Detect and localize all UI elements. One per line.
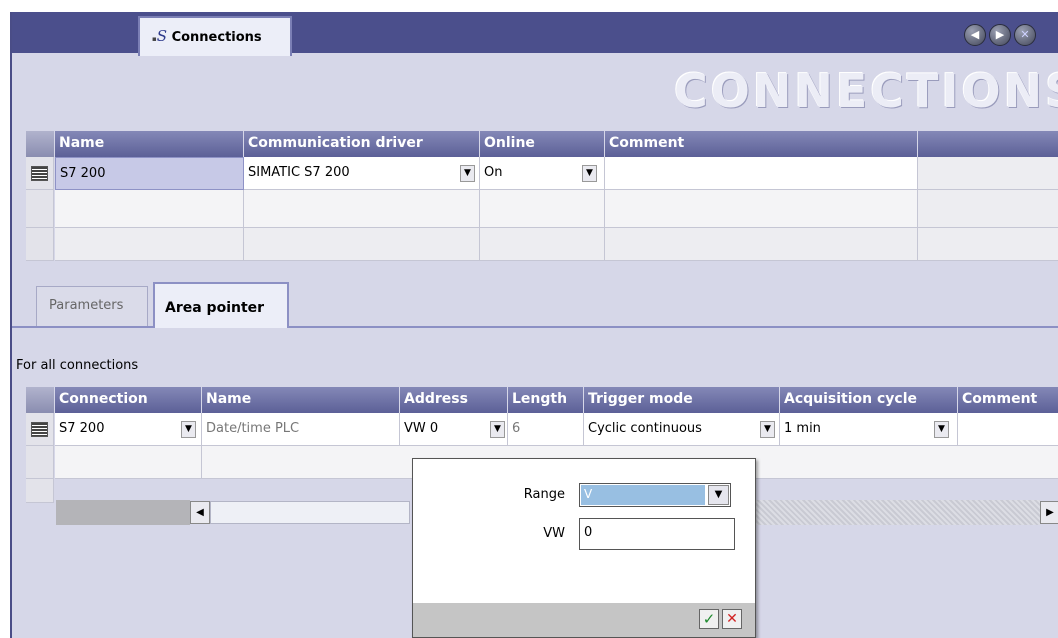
connections-table: Name Communication driver Online Comment…: [26, 131, 1058, 271]
popup-footer: ✓ ✕: [413, 603, 755, 637]
chevron-down-icon[interactable]: ▼: [708, 485, 729, 505]
vw-input[interactable]: 0: [579, 518, 735, 550]
chevron-down-icon[interactable]: ▼: [460, 165, 475, 182]
scroll-left-icon[interactable]: ◀: [190, 501, 210, 524]
connection-value: S7 200: [59, 421, 105, 436]
empty-cell[interactable]: [55, 190, 244, 228]
acquisition-cycle-value: 1 min: [784, 421, 821, 436]
pointer-name-cell[interactable]: Date/time PLC: [202, 413, 400, 446]
empty-cell[interactable]: [605, 190, 918, 228]
column-header-online[interactable]: Online: [480, 131, 605, 157]
chevron-down-icon[interactable]: ▼: [934, 421, 949, 438]
column-header-name[interactable]: Name: [55, 131, 244, 157]
chevron-down-icon[interactable]: ▼: [582, 165, 597, 182]
page-title: CONNECTIONS: [674, 64, 1058, 118]
chevron-down-icon[interactable]: ▼: [490, 421, 505, 438]
tab-parameters[interactable]: Parameters: [36, 286, 148, 326]
trigger-mode-cell[interactable]: Cyclic continuous ▼: [584, 413, 780, 446]
confirm-icon[interactable]: ✓: [699, 609, 719, 629]
title-bar: ▪S Connections ◀ ▶ ✕: [12, 12, 1058, 56]
empty-cell[interactable]: [605, 228, 918, 261]
trigger-mode-value: Cyclic continuous: [588, 421, 702, 436]
communication-driver-cell[interactable]: SIMATIC S7 200 ▼: [244, 157, 480, 190]
row-selected-icon: [31, 422, 48, 437]
frozen-column-area: [56, 500, 190, 525]
connections-editor: ▪S Connections ◀ ▶ ✕ CONNECTIONS Name Co…: [10, 12, 1058, 638]
row-header[interactable]: [26, 157, 54, 190]
header-corner: [26, 387, 55, 413]
column-header-length[interactable]: Length: [508, 387, 584, 413]
communication-driver-value: SIMATIC S7 200: [248, 165, 350, 180]
address-popup: Range V ▼ VW 0 ✓ ✕: [412, 458, 756, 638]
chevron-down-icon[interactable]: ▼: [760, 421, 775, 438]
column-header-communication-driver[interactable]: Communication driver: [244, 131, 480, 157]
connection-cell[interactable]: S7 200 ▼: [55, 413, 202, 446]
extra-cell: [918, 157, 1058, 190]
empty-cell[interactable]: [244, 228, 480, 261]
tab-title: Connections: [171, 30, 262, 45]
scroll-track[interactable]: [756, 500, 1040, 525]
comment-cell[interactable]: [605, 157, 918, 190]
column-header-acquisition-cycle[interactable]: Acquisition cycle: [780, 387, 958, 413]
row-header[interactable]: [26, 479, 54, 503]
connections-document-tab[interactable]: ▪S Connections: [138, 16, 292, 56]
chevron-down-icon[interactable]: ▼: [181, 421, 196, 438]
online-cell[interactable]: On ▼: [480, 157, 605, 190]
section-label: For all connections: [16, 358, 139, 373]
range-dropdown[interactable]: V ▼: [579, 483, 731, 507]
previous-icon[interactable]: ◀: [964, 24, 986, 46]
empty-cell[interactable]: [244, 190, 480, 228]
scroll-right-icon[interactable]: ▶: [1040, 501, 1058, 524]
tab-area-pointer[interactable]: Area pointer: [153, 282, 289, 328]
row-header[interactable]: [26, 228, 54, 261]
column-header-address[interactable]: Address: [400, 387, 508, 413]
cancel-icon[interactable]: ✕: [722, 609, 742, 629]
comment-cell[interactable]: [958, 413, 1058, 446]
column-header-trigger-mode[interactable]: Trigger mode: [584, 387, 780, 413]
address-value: VW 0: [404, 421, 439, 436]
column-header-extra: [918, 131, 1058, 157]
column-header-comment[interactable]: Comment: [605, 131, 918, 157]
online-value: On: [484, 165, 503, 180]
connections-icon: ▪S: [152, 27, 168, 45]
row-selected-icon: [31, 166, 48, 181]
empty-cell[interactable]: [480, 190, 605, 228]
empty-cell: [918, 228, 1058, 261]
range-value: V: [581, 485, 705, 505]
connection-name-cell[interactable]: S7 200: [55, 157, 244, 190]
column-header-connection[interactable]: Connection: [55, 387, 202, 413]
empty-cell[interactable]: [480, 228, 605, 261]
column-header-comment[interactable]: Comment: [958, 387, 1058, 413]
header-corner: [26, 131, 55, 157]
length-cell: 6: [508, 413, 584, 446]
close-icon[interactable]: ✕: [1014, 24, 1036, 46]
address-cell[interactable]: VW 0 ▼: [400, 413, 508, 446]
column-header-name[interactable]: Name: [202, 387, 400, 413]
acquisition-cycle-cell[interactable]: 1 min ▼: [780, 413, 958, 446]
range-label: Range: [523, 487, 565, 502]
next-icon[interactable]: ▶: [989, 24, 1011, 46]
row-header[interactable]: [26, 413, 54, 446]
empty-cell[interactable]: [55, 446, 202, 479]
row-header[interactable]: [26, 446, 54, 479]
vw-label: VW: [543, 526, 565, 541]
scroll-thumb[interactable]: [210, 501, 410, 524]
empty-cell[interactable]: [55, 228, 244, 261]
row-header[interactable]: [26, 190, 54, 228]
empty-cell: [918, 190, 1058, 228]
